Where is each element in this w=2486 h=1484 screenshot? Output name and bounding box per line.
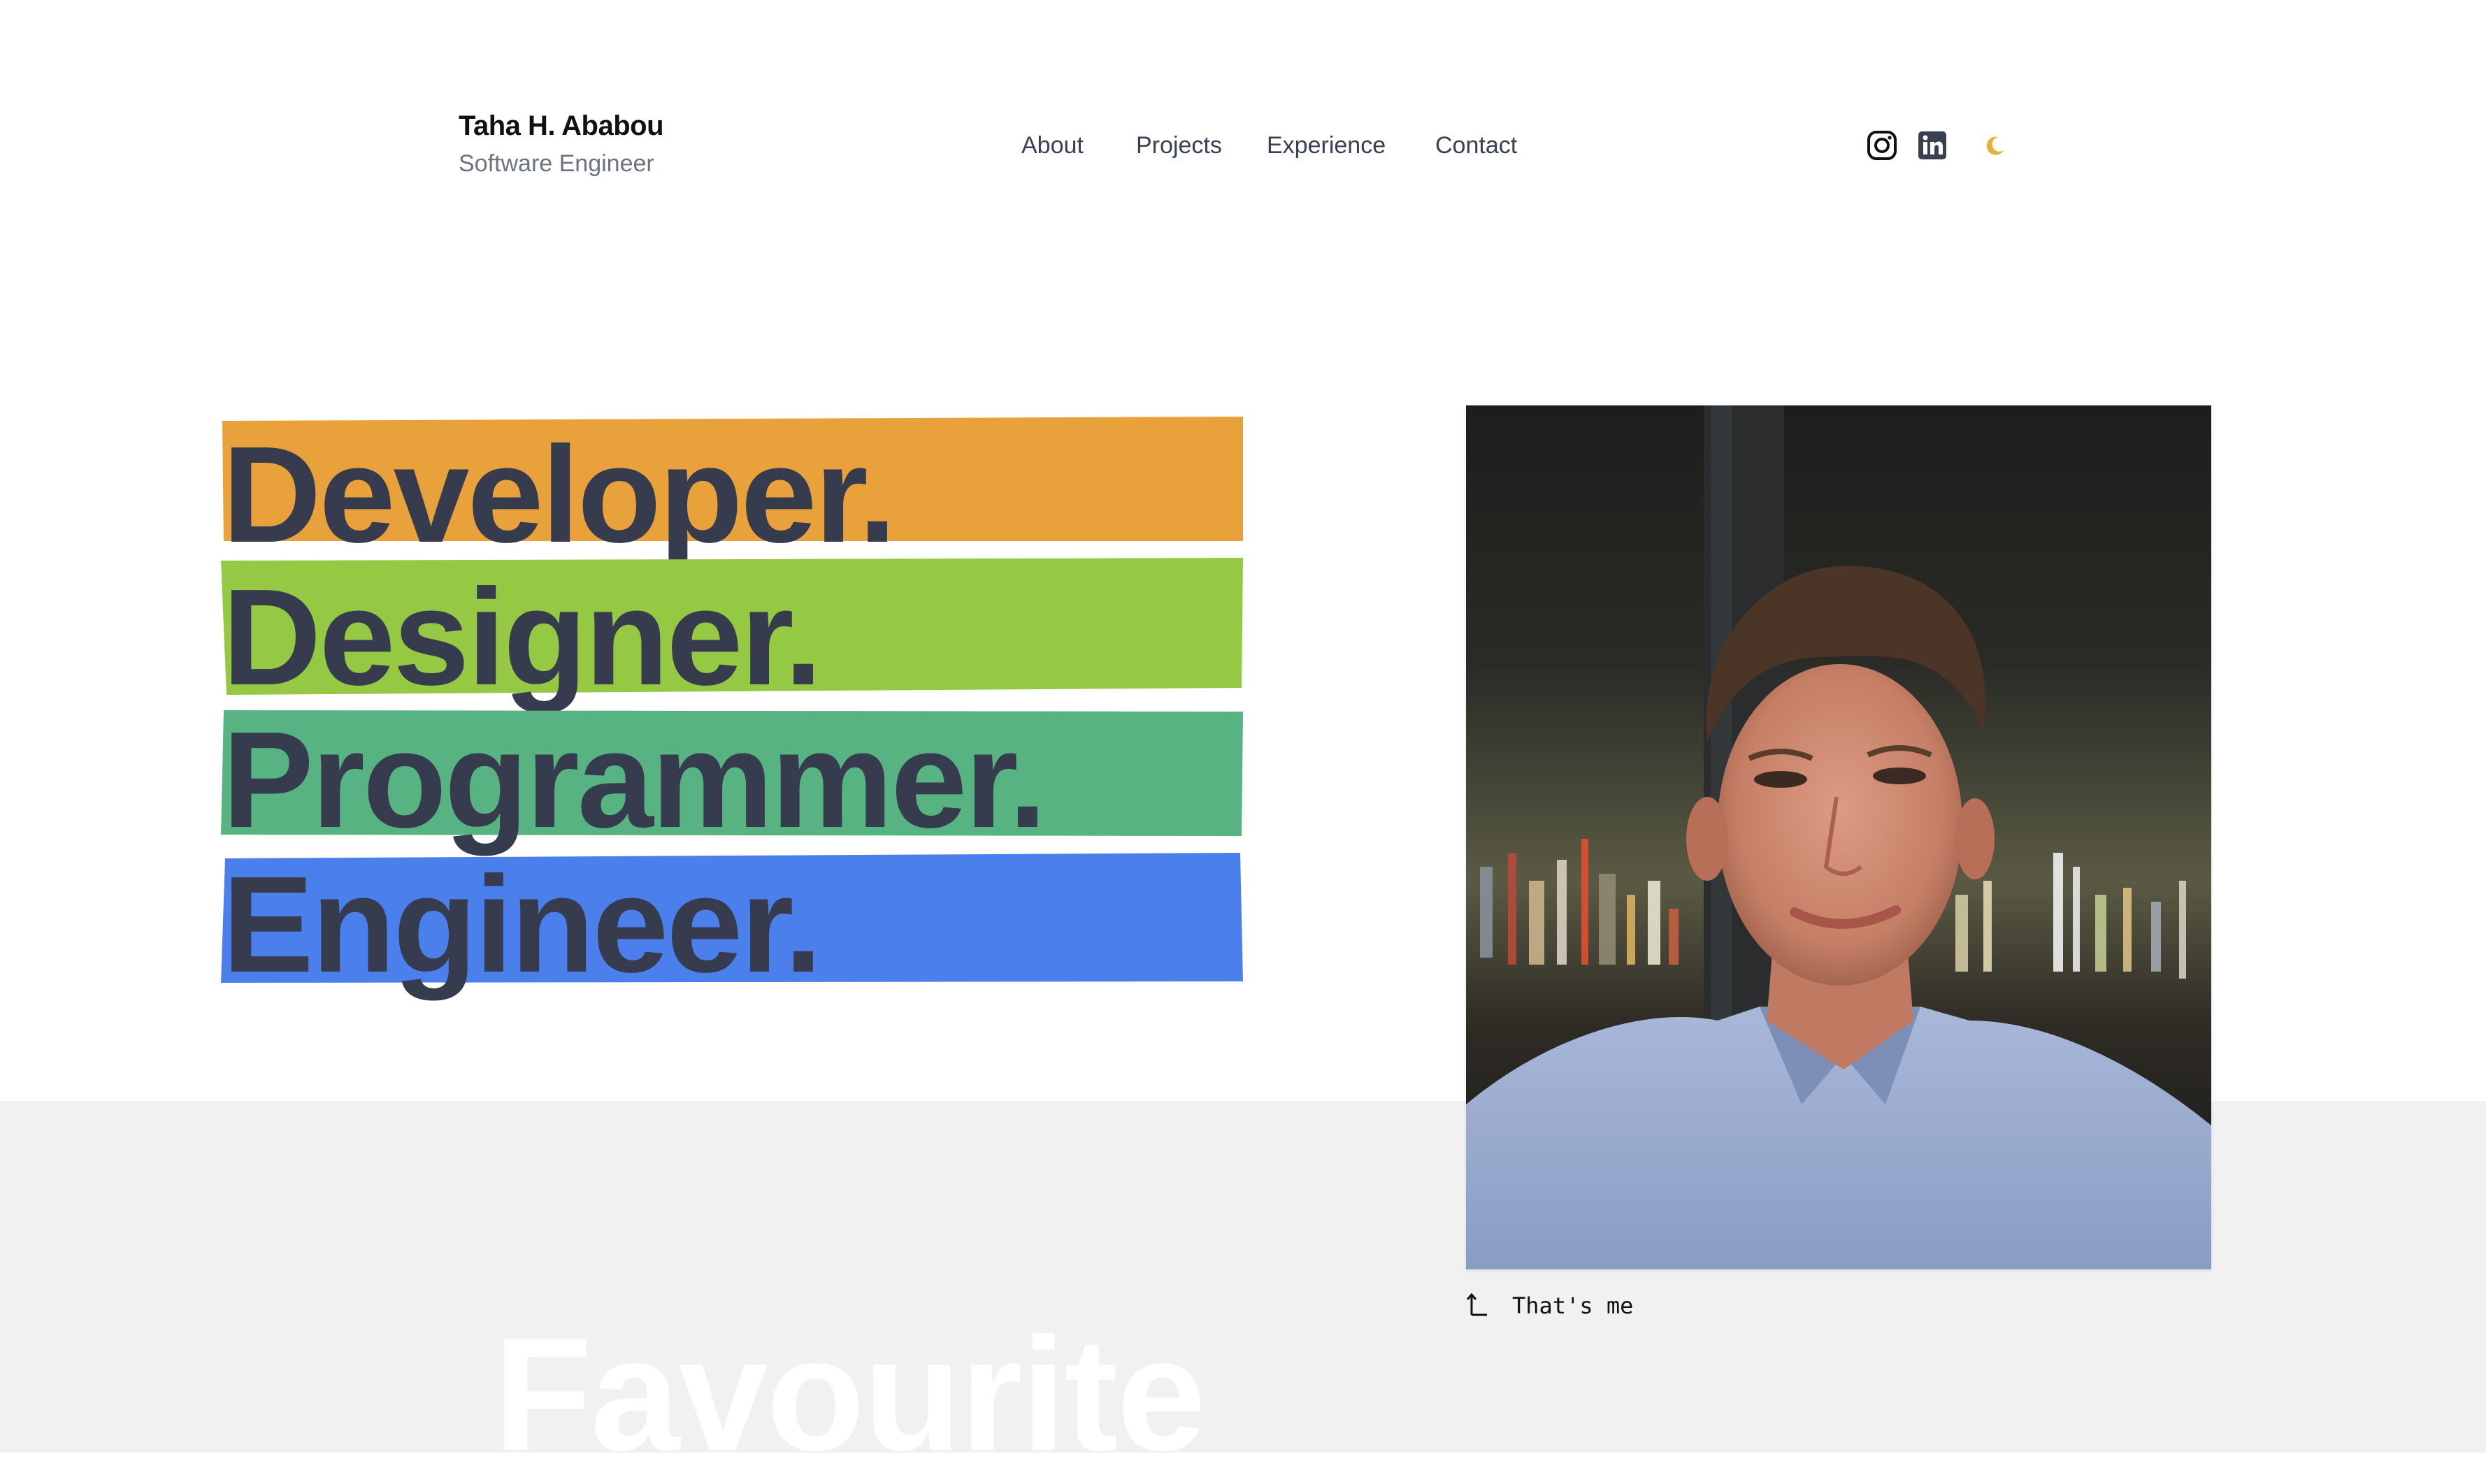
instagram-icon[interactable] <box>1867 130 1897 161</box>
theme-toggle-button[interactable] <box>1980 130 2011 161</box>
favourites-heading: Favourite <box>494 1304 1206 1484</box>
corner-arrow-icon <box>1466 1292 1487 1316</box>
profile-photo <box>1466 405 2211 1269</box>
hero-word-engineer: Engineer. <box>222 848 822 1001</box>
hero-word-programmer: Programmer. <box>222 703 1047 856</box>
moon-icon <box>1986 136 2004 155</box>
main-nav: About Projects Experience Contact <box>0 130 2486 161</box>
nav-projects-link[interactable]: Projects <box>1136 130 1222 161</box>
linkedin-icon[interactable] <box>1917 130 1948 161</box>
nav-about-link[interactable]: About <box>1021 130 1084 161</box>
photo-caption-text: That's me <box>1512 1292 1634 1319</box>
hero-word-designer: Designer. <box>222 561 822 714</box>
nav-experience-link[interactable]: Experience <box>1267 130 1386 161</box>
hero-word-developer: Developer. <box>222 418 896 571</box>
nav-contact-link[interactable]: Contact <box>1435 130 1517 161</box>
hero-titles: Developer. Designer. Programmer. Enginee… <box>210 405 1258 1000</box>
